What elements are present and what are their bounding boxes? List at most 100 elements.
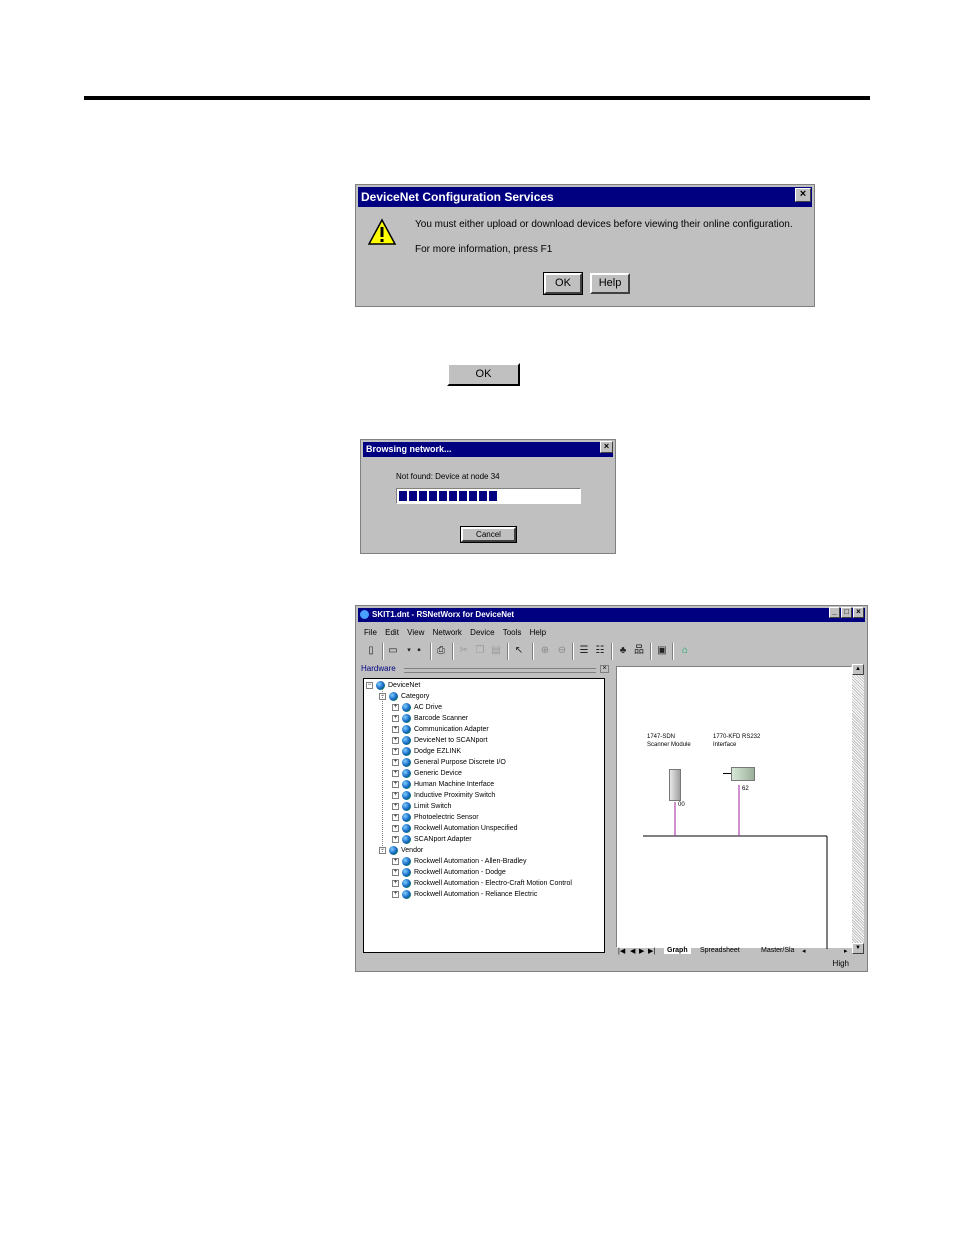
tree-vendor[interactable]: Vendor	[401, 845, 423, 856]
new-icon[interactable]: ▯	[364, 644, 378, 658]
save-icon[interactable]: ▪	[412, 644, 426, 658]
close-button[interactable]: ×	[600, 441, 613, 453]
online-icon[interactable]: ♣	[616, 644, 630, 658]
tree-expander-icon[interactable]: +	[392, 770, 399, 777]
menu-network[interactable]: Network	[433, 628, 462, 637]
tree-expander-icon[interactable]: +	[392, 748, 399, 755]
tree-item[interactable]: Communication Adapter	[414, 724, 489, 735]
tree-expander-icon[interactable]: +	[392, 880, 399, 887]
tab-graph[interactable]: Graph	[664, 947, 691, 954]
upload-download-icon[interactable]: ⌂	[678, 644, 692, 658]
progress-block	[459, 491, 467, 501]
tab-master-slave[interactable]: Master/Sla	[761, 947, 794, 954]
tree-expander-icon[interactable]: +	[392, 715, 399, 722]
continuous-browse-icon[interactable]: ☷	[593, 644, 607, 658]
tree-expander-icon[interactable]: +	[392, 704, 399, 711]
copy-icon[interactable]: ❐	[473, 644, 487, 658]
tree-item[interactable]: Human Machine Interface	[414, 779, 494, 790]
globe-icon	[402, 890, 411, 899]
tree-item[interactable]: Rockwell Automation - Allen-Bradley	[414, 856, 526, 867]
tree-expander-icon[interactable]: +	[392, 792, 399, 799]
tree-expander-icon[interactable]: +	[392, 836, 399, 843]
warning-icon	[367, 218, 397, 251]
status-text: High	[832, 959, 849, 968]
network-graph-view[interactable]: 1747-SDN Scanner Module 00 1770-KFD RS23…	[616, 666, 852, 949]
menu-device[interactable]: Device	[470, 628, 494, 637]
ok-button-example[interactable]: OK	[447, 363, 520, 386]
tab-spreadsheet[interactable]: Spreadsheet	[700, 947, 740, 954]
minimize-button[interactable]: _	[829, 607, 840, 618]
tab-prev-icon[interactable]: ◀	[630, 947, 635, 955]
tree-item[interactable]: Photoelectric Sensor	[414, 812, 479, 823]
tree-item[interactable]: General Purpose Discrete I/O	[414, 757, 506, 768]
globe-icon	[402, 747, 411, 756]
tab-scroll-right-icon[interactable]: ▸	[844, 947, 848, 955]
toolbar-separator	[507, 643, 509, 660]
tree-expander-icon[interactable]: −	[366, 682, 373, 689]
rs232-interface-device[interactable]	[731, 767, 755, 781]
paste-icon[interactable]: ▤	[489, 644, 503, 658]
cut-icon[interactable]: ✂	[457, 644, 471, 658]
scroll-up-arrow[interactable]: ▲	[852, 664, 864, 675]
tree-expander-icon[interactable]: +	[392, 814, 399, 821]
print-icon[interactable]: ⎙	[434, 644, 448, 658]
menu-edit[interactable]: Edit	[385, 628, 399, 637]
progress-block	[479, 491, 487, 501]
hardware-tree[interactable]: − DeviceNet − Category + AC Drive + Barcode Sca…	[363, 678, 605, 953]
tree-expander-icon[interactable]: +	[392, 825, 399, 832]
zoom-out-icon[interactable]: ⊖	[555, 644, 569, 658]
dialog-message: You must either upload or download devic…	[415, 219, 793, 230]
close-button[interactable]: ×	[853, 607, 864, 618]
zoom-in-icon[interactable]: ⊕	[538, 644, 552, 658]
menu-view[interactable]: View	[407, 628, 424, 637]
tree-item[interactable]: Dodge EZLINK	[414, 746, 461, 757]
close-button[interactable]: ×	[795, 188, 811, 202]
single-pass-browse-icon[interactable]: ☰	[577, 644, 591, 658]
cancel-button[interactable]: Cancel	[460, 526, 517, 543]
tab-next-icon[interactable]: ▶	[639, 947, 644, 955]
tree-expander-icon[interactable]: +	[392, 891, 399, 898]
tree-expander-icon[interactable]: +	[392, 759, 399, 766]
tree-item[interactable]: Generic Device	[414, 768, 462, 779]
tree-item[interactable]: Rockwell Automation - Reliance Electric	[414, 889, 537, 900]
toolbar-separator	[611, 643, 613, 660]
tree-item[interactable]: SCANport Adapter	[414, 834, 472, 845]
tab-last-icon[interactable]: ▶|	[648, 947, 655, 955]
tree-item[interactable]: Rockwell Automation Unspecified	[414, 823, 518, 834]
help-button[interactable]: Help	[590, 273, 630, 294]
maximize-button[interactable]: □	[841, 607, 852, 618]
tree-expander-icon[interactable]: +	[392, 781, 399, 788]
tree-expander-icon[interactable]: +	[392, 803, 399, 810]
vertical-scrollbar[interactable]: ▲ ▼	[852, 664, 864, 954]
help-pointer-icon[interactable]: ↖	[512, 644, 526, 658]
network-icon[interactable]: 品	[632, 644, 646, 658]
open-icon[interactable]: ▭	[386, 644, 400, 658]
tree-expander-icon[interactable]: +	[392, 737, 399, 744]
hardware-panel-close-button[interactable]: ×	[600, 665, 609, 673]
menu-tools[interactable]: Tools	[503, 628, 522, 637]
globe-icon	[402, 780, 411, 789]
tree-item[interactable]: Rockwell Automation - Dodge	[414, 867, 506, 878]
ok-button[interactable]: OK	[543, 272, 583, 295]
tab-scroll-left-icon[interactable]: ◂	[802, 947, 806, 955]
globe-icon	[402, 802, 411, 811]
tree-category[interactable]: Category	[401, 691, 429, 702]
tree-expander-icon[interactable]: +	[392, 869, 399, 876]
tree-item[interactable]: AC Drive	[414, 702, 442, 713]
tree-expander-icon[interactable]: +	[392, 726, 399, 733]
menu-file[interactable]: File	[364, 628, 377, 637]
connector-cable-icon	[723, 773, 731, 774]
menu-help[interactable]: Help	[530, 628, 546, 637]
globe-icon	[402, 857, 411, 866]
tree-expander-icon[interactable]: +	[392, 858, 399, 865]
tree-item[interactable]: Inductive Proximity Switch	[414, 790, 495, 801]
properties-icon[interactable]: ▣	[655, 644, 669, 658]
tree-item[interactable]: Barcode Scanner	[414, 713, 468, 724]
tab-first-icon[interactable]: |◀	[618, 947, 625, 955]
tree-item[interactable]: Rockwell Automation - Electro-Craft Moti…	[414, 878, 572, 889]
tree-item[interactable]: Limit Switch	[414, 801, 451, 812]
tree-item[interactable]: DeviceNet to SCANport	[414, 735, 488, 746]
dialog-title: DeviceNet Configuration Services	[361, 190, 554, 204]
scanner-module-device[interactable]	[669, 769, 681, 801]
tree-root[interactable]: DeviceNet	[388, 680, 420, 691]
